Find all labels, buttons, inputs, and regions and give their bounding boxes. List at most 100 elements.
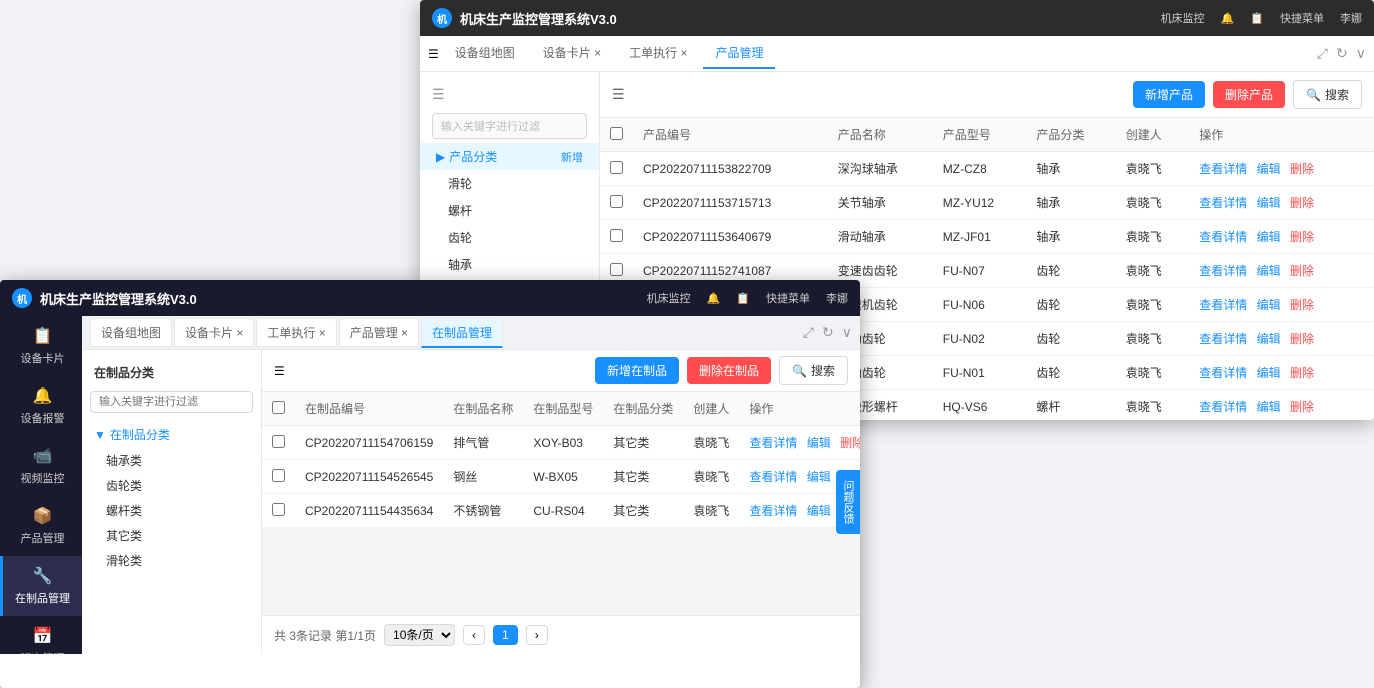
category-pulley[interactable]: 滑轮: [420, 170, 599, 197]
wip-row-checkbox-1[interactable]: [272, 469, 285, 482]
delete-link[interactable]: 删除: [1290, 230, 1314, 244]
add-product-btn[interactable]: 新增产品: [1133, 81, 1205, 108]
row-checkbox-2[interactable]: [610, 229, 623, 242]
row-checkbox-3[interactable]: [610, 263, 623, 276]
delete-link[interactable]: 删除: [1290, 400, 1314, 414]
wip-name-cell: 排气管: [443, 426, 523, 460]
view-detail-link[interactable]: 查看详情: [1199, 298, 1247, 312]
front-refresh-icon[interactable]: ↻: [822, 324, 834, 341]
edit-link[interactable]: 编辑: [1257, 332, 1281, 346]
front-tab-device-card[interactable]: 设备卡片 ×: [174, 318, 254, 347]
front-prev-btn[interactable]: ‹: [463, 625, 485, 645]
front-per-page-select[interactable]: 10条/页 20条/页: [384, 624, 455, 646]
front-page-1-btn[interactable]: 1: [493, 625, 518, 645]
view-detail-link[interactable]: 查看详情: [1199, 264, 1247, 278]
main-menu-icon[interactable]: ☰: [612, 86, 625, 103]
category-screw[interactable]: 螺杆: [420, 197, 599, 224]
front-quick-menu[interactable]: 快捷菜单: [766, 290, 810, 306]
edit-link[interactable]: 编辑: [1257, 162, 1281, 176]
expand-icon[interactable]: ⤢: [1317, 45, 1328, 62]
wip-cat-bearing[interactable]: 轴承类: [82, 448, 261, 473]
wip-row-checkbox-2[interactable]: [272, 503, 285, 516]
edit-link[interactable]: 编辑: [1257, 230, 1281, 244]
delete-link[interactable]: 删除: [1290, 162, 1314, 176]
delete-link[interactable]: 删除: [1290, 332, 1314, 346]
wip-cat-screw[interactable]: 螺杆类: [82, 498, 261, 523]
view-detail-link[interactable]: 查看详情: [1199, 400, 1247, 414]
wip-select-all[interactable]: [272, 401, 285, 414]
wip-row-checkbox-0[interactable]: [272, 435, 285, 448]
tabs-menu-icon[interactable]: ☰: [428, 47, 439, 61]
sidebar-item-device-card[interactable]: 📋 设备卡片: [0, 316, 82, 376]
front-monitor-link[interactable]: 机床监控: [647, 290, 691, 306]
refresh-icon[interactable]: ↻: [1336, 45, 1348, 62]
category-gear[interactable]: 齿轮: [420, 224, 599, 251]
tab-work-order[interactable]: 工单执行 ×: [617, 38, 699, 69]
add-category-btn[interactable]: 新增: [561, 149, 583, 165]
front-tab-product-mgmt[interactable]: 产品管理 ×: [339, 318, 419, 347]
wip-cat-other[interactable]: 其它类: [82, 523, 261, 548]
wip-view-detail-link[interactable]: 查看详情: [749, 504, 797, 518]
view-detail-link[interactable]: 查看详情: [1199, 332, 1247, 346]
front-chevron-icon[interactable]: ∨: [842, 324, 852, 341]
sidebar-item-shift[interactable]: 📅 班次管理: [0, 616, 82, 654]
wip-edit-link[interactable]: 编辑: [807, 436, 831, 450]
view-detail-link[interactable]: 查看详情: [1199, 230, 1247, 244]
view-detail-link[interactable]: 查看详情: [1199, 196, 1247, 210]
tab-device-map[interactable]: 设备组地图: [443, 38, 527, 69]
delete-link[interactable]: 删除: [1290, 298, 1314, 312]
feedback-button[interactable]: 问题反馈: [836, 470, 861, 534]
wip-search-btn[interactable]: 🔍 搜索: [779, 356, 848, 385]
category-bearing[interactable]: 轴承: [420, 251, 599, 278]
front-expand-icon[interactable]: ⤢: [803, 324, 814, 341]
front-user-menu[interactable]: 李娜: [826, 290, 848, 306]
row-checkbox-0[interactable]: [610, 161, 623, 174]
wip-cat-pulley[interactable]: 滑轮类: [82, 548, 261, 573]
chevron-icon[interactable]: ∨: [1356, 45, 1366, 62]
front-next-btn[interactable]: ›: [526, 625, 548, 645]
sidebar-item-product[interactable]: 📦 产品管理: [0, 496, 82, 556]
sidebar-item-video[interactable]: 📹 视频监控: [0, 436, 82, 496]
edit-link[interactable]: 编辑: [1257, 366, 1281, 380]
sidebar-menu-header[interactable]: ☰: [420, 80, 599, 109]
sidebar-item-wip[interactable]: 🔧 在制品管理: [0, 556, 82, 616]
delete-product-btn[interactable]: 删除产品: [1213, 81, 1285, 108]
search-btn[interactable]: 🔍 搜索: [1293, 80, 1362, 109]
wip-view-detail-link[interactable]: 查看详情: [749, 436, 797, 450]
edit-link[interactable]: 编辑: [1257, 298, 1281, 312]
wip-cat-parent[interactable]: ▼ 在制品分类: [82, 421, 261, 448]
tab-product-mgmt[interactable]: 产品管理: [703, 38, 775, 69]
quick-menu[interactable]: 快捷菜单: [1280, 10, 1324, 26]
select-all-checkbox[interactable]: [610, 127, 623, 140]
user-menu[interactable]: 李娜: [1340, 10, 1362, 26]
tab-device-card[interactable]: 设备卡片 ×: [531, 38, 613, 69]
view-detail-link[interactable]: 查看详情: [1199, 162, 1247, 176]
sidebar-search[interactable]: 输入关键字进行过滤: [432, 113, 587, 139]
bell-icon: 🔔: [1221, 12, 1235, 25]
delete-link[interactable]: 删除: [1290, 264, 1314, 278]
view-detail-link[interactable]: 查看详情: [1199, 366, 1247, 380]
wip-edit-link[interactable]: 编辑: [807, 470, 831, 484]
row-checkbox-1[interactable]: [610, 195, 623, 208]
monitor-link[interactable]: 机床监控: [1161, 10, 1205, 26]
wip-category-search[interactable]: [90, 391, 253, 413]
category-product-class[interactable]: ▶ 产品分类 新增: [420, 143, 599, 170]
delete-link[interactable]: 删除: [1290, 366, 1314, 380]
wip-view-detail-link[interactable]: 查看详情: [749, 470, 797, 484]
sidebar-item-alarm[interactable]: 🔔 设备报警: [0, 376, 82, 436]
hamburger-icon: ☰: [432, 86, 445, 103]
front-tab-device-map[interactable]: 设备组地图: [90, 318, 172, 347]
edit-link[interactable]: 编辑: [1257, 400, 1281, 414]
front-menu-icon[interactable]: ☰: [274, 364, 285, 378]
delete-link[interactable]: 删除: [1290, 196, 1314, 210]
wip-cat-gear[interactable]: 齿轮类: [82, 473, 261, 498]
delete-wip-btn[interactable]: 删除在制品: [687, 357, 771, 384]
wip-edit-link[interactable]: 编辑: [807, 504, 831, 518]
front-sidebar: 📋 设备卡片 🔔 设备报警 📹 视频监控 📦 产品管理 🔧 在制品管理 📅: [0, 316, 82, 654]
front-tab-wip[interactable]: 在制品管理: [421, 318, 503, 348]
front-tab-work-exec[interactable]: 工单执行 ×: [256, 318, 336, 347]
add-wip-btn[interactable]: 新增在制品: [595, 357, 679, 384]
edit-link[interactable]: 编辑: [1257, 264, 1281, 278]
wip-delete-link[interactable]: 删除: [840, 436, 860, 450]
edit-link[interactable]: 编辑: [1257, 196, 1281, 210]
